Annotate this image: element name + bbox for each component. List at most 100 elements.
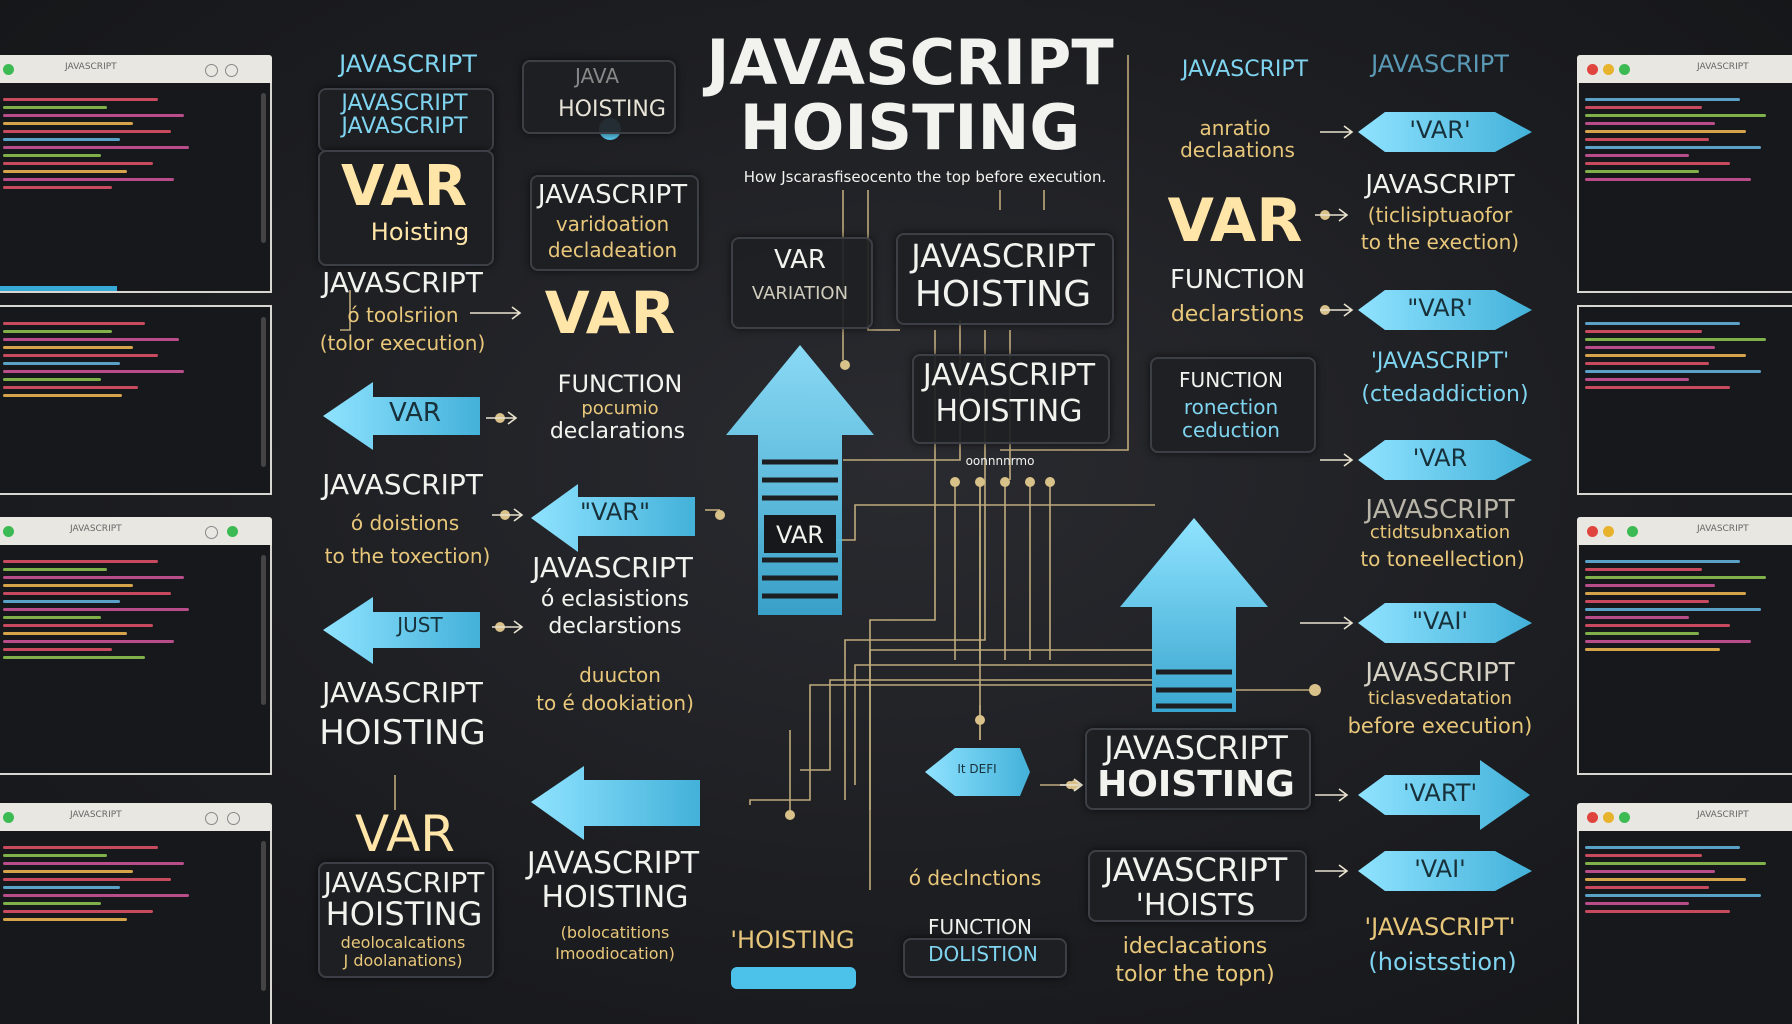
label-sub: (bolocatitions — [560, 923, 670, 942]
window-dot-icon — [1587, 526, 1598, 537]
label-sub: J doolanations) — [343, 951, 463, 970]
label-hoisting: HOISTING — [319, 713, 486, 753]
label-sub: declarstions — [548, 614, 682, 639]
window-titlebar: JAVASCRIPT — [0, 517, 272, 545]
scrollbar[interactable] — [261, 317, 266, 467]
arrow-label: VAR — [776, 521, 824, 549]
label-hoisting: HOISTING — [325, 895, 483, 933]
window-title: JAVASCRIPT — [70, 810, 122, 820]
arrow-label: "VAI' — [1411, 607, 1468, 635]
window-dot-icon — [205, 64, 218, 77]
page-title-line2: HOISTING — [739, 91, 1081, 164]
label-sub: (hoistsstion) — [1368, 948, 1517, 976]
label-sub: ó toolsriion — [347, 303, 459, 327]
label-sub: anratio — [1199, 116, 1271, 140]
code-area — [1577, 83, 1792, 293]
arrow-label: "VAR" — [579, 498, 651, 526]
label-var: VAR — [544, 279, 676, 347]
window-dot-icon — [227, 526, 238, 537]
label-sub: tolor the topn) — [1115, 962, 1275, 987]
label-sub: (ticlisiptuaofor — [1367, 203, 1513, 227]
scrollbar[interactable] — [261, 841, 266, 991]
window-titlebar: JAVASCRIPT — [0, 55, 272, 83]
label-sub: varidoation — [555, 212, 670, 236]
label-sub: ideclacations — [1122, 934, 1268, 959]
label-sub: duucton — [579, 663, 661, 687]
window-dot-icon — [1587, 64, 1598, 75]
code-area — [1577, 305, 1792, 495]
code-area — [1577, 831, 1792, 1024]
code-window: JAVASCRIPT — [0, 55, 272, 293]
label-sub: to é dookiation) — [536, 691, 694, 715]
label-sub: ceduction — [1182, 418, 1280, 442]
progress-bar — [0, 286, 117, 291]
label-sub: ó doistions — [350, 511, 460, 535]
window-dot-icon — [3, 526, 14, 537]
label-javascript: JAVASCRIPT — [1371, 50, 1509, 78]
label-javascript: JAVASCRIPT — [341, 91, 468, 116]
label-javascript: JAVASCRIPT — [1103, 851, 1288, 889]
label-sub: before execution) — [1347, 714, 1533, 738]
label-hoisting: HOISTING — [541, 880, 689, 915]
label-function: FUNCTION — [1169, 265, 1306, 295]
window-dot-icon — [1603, 526, 1614, 537]
label-hoisting: Hoisting — [370, 218, 470, 246]
label-sub: ctidtsubnxation — [1369, 522, 1511, 543]
window-dot-icon — [3, 64, 14, 75]
window-dot-icon — [227, 812, 240, 825]
code-area — [0, 83, 272, 293]
window-title: JAVASCRIPT — [1697, 524, 1749, 534]
label-var: VAR — [1167, 186, 1303, 256]
label-javascript: JAVASCRIPT — [323, 866, 485, 899]
label-sub: to the exection) — [1360, 230, 1520, 254]
label-javascript: JAVASCRIPT — [1181, 57, 1309, 82]
arrow-label: 'VAR' — [1409, 116, 1471, 144]
label-javascript: JAVASCRIPT — [341, 114, 468, 139]
window-dot-icon — [1587, 812, 1598, 823]
arrow-label: JUST — [397, 613, 443, 637]
window-dot-icon — [1619, 812, 1630, 823]
label-javascript: JAVASCRIPT — [339, 50, 477, 78]
label-small: oonnnnrmo — [965, 454, 1035, 468]
code-window: JAVASCRIPT — [1577, 803, 1792, 1024]
window-dot-icon — [1627, 526, 1638, 537]
window-dot-icon — [205, 526, 218, 539]
label-function: FUNCTION — [1179, 368, 1283, 392]
label-sub: ticlasvedatation — [1367, 688, 1513, 709]
label-var: VAR — [774, 245, 826, 275]
label-sub: to the toxection) — [324, 544, 491, 568]
label-sub: pocumio — [581, 398, 659, 419]
scrollbar[interactable] — [261, 555, 266, 705]
scrollbar[interactable] — [261, 93, 266, 243]
label-javascript: JAVASCRIPT — [922, 358, 1096, 393]
label-javascript: JAVASCRIPT — [532, 551, 693, 584]
label-javascript: JAVASCRIPT — [911, 237, 1095, 275]
label-sub: to toneellection) — [1360, 547, 1525, 571]
arrow-label: "VAR' — [1407, 294, 1473, 322]
progress-pill — [731, 967, 856, 989]
code-window — [1577, 305, 1792, 495]
window-titlebar: JAVASCRIPT — [1577, 803, 1792, 831]
label-javascript: 'JAVASCRIPT' — [1364, 913, 1516, 941]
window-dot-icon — [1619, 64, 1630, 75]
label-javascript: JAVASCRIPT — [537, 180, 688, 210]
window-titlebar: JAVASCRIPT — [1577, 517, 1792, 545]
label-sub: declaations — [1180, 138, 1295, 162]
label-hoisting: HOISTING — [558, 97, 666, 122]
label-sub: (ctedaddiction) — [1361, 382, 1529, 407]
label-var: VAR — [355, 805, 455, 863]
window-titlebar: JAVASCRIPT — [1577, 55, 1792, 83]
big-up-arrow-1 — [726, 345, 874, 615]
label-sub: ó eclasistions — [540, 587, 690, 612]
code-area — [0, 305, 272, 495]
arrow-label: 'VAI' — [1414, 855, 1466, 883]
label-function: FUNCTION — [557, 370, 683, 398]
label-java: JAVA — [574, 64, 620, 88]
label-hoisting: HOISTING — [1097, 764, 1295, 805]
label-declarations: ó declnctions — [908, 866, 1042, 890]
arrow-label: 'VART' — [1402, 779, 1478, 807]
arrow-label: It DEFI — [957, 762, 997, 776]
label-sub: decladeation — [547, 238, 678, 262]
arrow-label: VAR — [389, 398, 441, 428]
window-dot-icon — [225, 64, 238, 77]
